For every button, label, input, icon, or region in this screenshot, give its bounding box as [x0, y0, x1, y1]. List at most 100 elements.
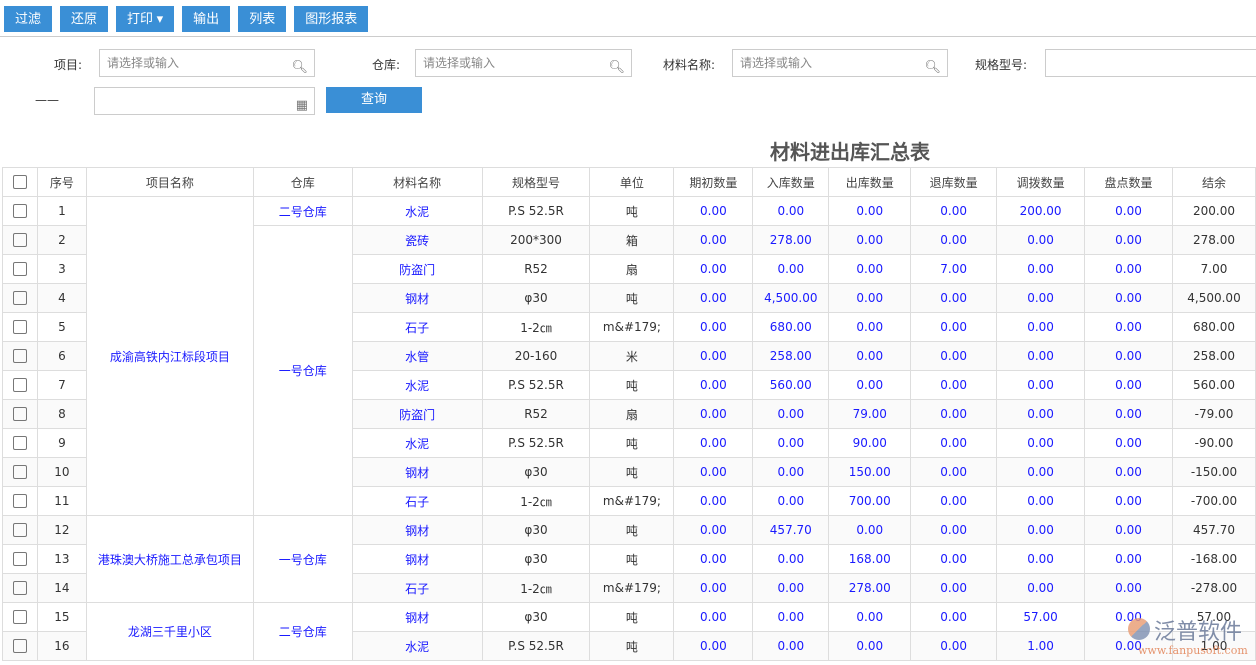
- cell-opening: 0.00: [674, 400, 753, 429]
- cell-return: 0.00: [911, 574, 997, 603]
- cell-seq: 9: [37, 429, 86, 458]
- material-input[interactable]: 请选择或输入🔍︎: [732, 49, 948, 77]
- cell-return: 7.00: [911, 255, 997, 284]
- cell-unit: m&#179;: [590, 313, 674, 342]
- cell-material[interactable]: 石子: [352, 574, 482, 603]
- cell-material[interactable]: 钢材: [352, 545, 482, 574]
- filter-button[interactable]: 过滤: [4, 6, 52, 32]
- select-all-checkbox[interactable]: [3, 168, 38, 197]
- cell-outbound: 0.00: [829, 226, 911, 255]
- toolbar: 过滤 还原 打印 ▾ 输出 列表 图形报表: [0, 0, 1256, 37]
- cell-inbound: 457.70: [753, 516, 829, 545]
- column-header: 结余: [1172, 168, 1255, 197]
- spec-input[interactable]: [1045, 49, 1256, 77]
- row-checkbox[interactable]: [3, 226, 38, 255]
- cell-outbound: 0.00: [829, 632, 911, 661]
- row-checkbox[interactable]: [3, 516, 38, 545]
- search-icon[interactable]: 🔍︎: [924, 55, 941, 81]
- cell-opening: 0.00: [674, 371, 753, 400]
- cell-material[interactable]: 钢材: [352, 516, 482, 545]
- cell-outbound: 278.00: [829, 574, 911, 603]
- cell-project[interactable]: 龙湖三千里小区: [86, 603, 253, 661]
- row-checkbox[interactable]: [3, 545, 38, 574]
- cell-material[interactable]: 石子: [352, 313, 482, 342]
- cell-warehouse[interactable]: 一号仓库: [253, 226, 352, 516]
- row-checkbox[interactable]: [3, 371, 38, 400]
- row-checkbox[interactable]: [3, 284, 38, 313]
- watermark-logo: 泛普软件www.fanpusoft.com: [1128, 612, 1256, 665]
- cell-balance: 4,500.00: [1172, 284, 1255, 313]
- cell-outbound: 0.00: [829, 516, 911, 545]
- cell-inbound: 4,500.00: [753, 284, 829, 313]
- reset-button[interactable]: 还原: [60, 6, 108, 32]
- calendar-icon[interactable]: ▦: [296, 93, 308, 119]
- cell-material[interactable]: 钢材: [352, 284, 482, 313]
- cell-return: 0.00: [911, 371, 997, 400]
- print-dropdown-button[interactable]: 打印 ▾: [116, 6, 174, 32]
- query-button[interactable]: 查询: [326, 87, 422, 113]
- cell-seq: 7: [37, 371, 86, 400]
- search-icon[interactable]: 🔍︎: [291, 55, 308, 81]
- row-checkbox[interactable]: [3, 458, 38, 487]
- row-checkbox[interactable]: [3, 313, 38, 342]
- row-checkbox[interactable]: [3, 632, 38, 661]
- row-checkbox[interactable]: [3, 197, 38, 226]
- cell-inbound: 0.00: [753, 487, 829, 516]
- cell-warehouse[interactable]: 二号仓库: [253, 197, 352, 226]
- date-input[interactable]: ▦: [94, 87, 315, 115]
- cell-material[interactable]: 防盗门: [352, 400, 482, 429]
- cell-material[interactable]: 水泥: [352, 371, 482, 400]
- cell-material[interactable]: 瓷砖: [352, 226, 482, 255]
- export-button[interactable]: 输出: [182, 6, 230, 32]
- cell-seq: 6: [37, 342, 86, 371]
- cell-return: 0.00: [911, 603, 997, 632]
- cell-seq: 10: [37, 458, 86, 487]
- cell-material[interactable]: 水泥: [352, 197, 482, 226]
- cell-material[interactable]: 钢材: [352, 603, 482, 632]
- list-button[interactable]: 列表: [238, 6, 286, 32]
- row-checkbox[interactable]: [3, 400, 38, 429]
- row-checkbox[interactable]: [3, 342, 38, 371]
- cell-warehouse[interactable]: 一号仓库: [253, 516, 352, 603]
- cell-seq: 8: [37, 400, 86, 429]
- row-checkbox[interactable]: [3, 603, 38, 632]
- cell-spec: P.S 52.5R: [482, 197, 590, 226]
- search-icon[interactable]: 🔍︎: [608, 55, 625, 81]
- cell-transfer: 57.00: [997, 603, 1085, 632]
- row-checkbox[interactable]: [3, 574, 38, 603]
- row-checkbox[interactable]: [3, 255, 38, 284]
- cell-balance: -278.00: [1172, 574, 1255, 603]
- cell-unit: 吨: [590, 632, 674, 661]
- column-header: 入库数量: [753, 168, 829, 197]
- cell-unit: 扇: [590, 255, 674, 284]
- cell-spec: φ30: [482, 284, 590, 313]
- cell-inbound: 560.00: [753, 371, 829, 400]
- cell-material[interactable]: 水泥: [352, 429, 482, 458]
- cell-transfer: 0.00: [997, 574, 1085, 603]
- spec-label: 规格型号:: [975, 56, 1027, 73]
- cell-spec: 1-2㎝: [482, 487, 590, 516]
- row-checkbox[interactable]: [3, 429, 38, 458]
- warehouse-input[interactable]: 请选择或输入🔍︎: [415, 49, 632, 77]
- cell-project[interactable]: 港珠澳大桥施工总承包项目: [86, 516, 253, 603]
- cell-opening: 0.00: [674, 429, 753, 458]
- cell-unit: 箱: [590, 226, 674, 255]
- cell-material[interactable]: 石子: [352, 487, 482, 516]
- row-checkbox[interactable]: [3, 487, 38, 516]
- cell-material[interactable]: 钢材: [352, 458, 482, 487]
- warehouse-placeholder: 请选择或输入: [423, 56, 495, 70]
- cell-stocktake: 0.00: [1085, 545, 1173, 574]
- cell-transfer: 0.00: [997, 545, 1085, 574]
- cell-balance: 7.00: [1172, 255, 1255, 284]
- cell-material[interactable]: 防盗门: [352, 255, 482, 284]
- cell-return: 0.00: [911, 516, 997, 545]
- cell-opening: 0.00: [674, 313, 753, 342]
- project-placeholder: 请选择或输入: [107, 56, 179, 70]
- column-header: 盘点数量: [1085, 168, 1173, 197]
- cell-project[interactable]: 成渝高铁内江标段项目: [86, 197, 253, 516]
- project-input[interactable]: 请选择或输入🔍︎: [99, 49, 315, 77]
- cell-material[interactable]: 水泥: [352, 632, 482, 661]
- cell-material[interactable]: 水管: [352, 342, 482, 371]
- chart-report-button[interactable]: 图形报表: [294, 6, 368, 32]
- cell-warehouse[interactable]: 二号仓库: [253, 603, 352, 661]
